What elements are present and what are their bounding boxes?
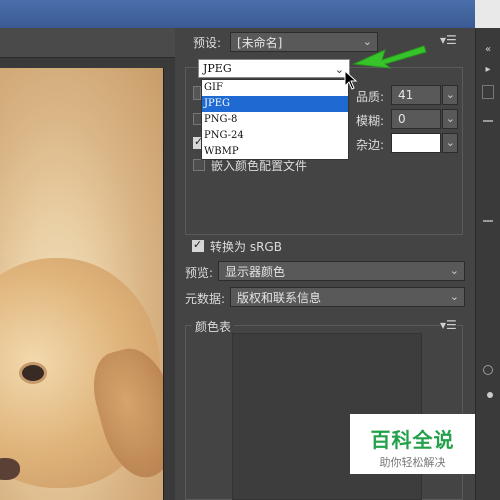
- image-preview-area: [0, 28, 175, 500]
- color-table-menu-icon[interactable]: ▾☰: [440, 318, 457, 332]
- slider-knob-icon[interactable]: [487, 392, 493, 398]
- embed-profile-checkbox[interactable]: [193, 159, 205, 171]
- chevron-down-icon: ⌄: [334, 63, 344, 76]
- mouse-cursor-icon: [344, 70, 358, 90]
- quality-dropdown[interactable]: ⌄: [442, 85, 458, 105]
- zoom-icon[interactable]: [483, 365, 493, 375]
- blur-value: 0: [398, 112, 406, 126]
- convert-srgb-row: 转换为 sRGB: [210, 238, 282, 255]
- format-option-wbmp[interactable]: WBMP: [202, 144, 348, 160]
- matte-label: 杂边:: [356, 138, 385, 152]
- blur-row: 模糊:: [356, 112, 384, 129]
- panel-toggle-icon[interactable]: [482, 85, 494, 99]
- divider-icon: [483, 120, 493, 122]
- panel-menu-icon[interactable]: ▾☰: [440, 33, 457, 47]
- blur-dropdown[interactable]: ⌄: [442, 109, 458, 129]
- chevron-down-icon: ⌄: [445, 88, 455, 101]
- preview-row: 预览:: [185, 264, 213, 281]
- chevron-down-icon: ⌄: [449, 264, 459, 277]
- preview-select[interactable]: 显示器颜色 ⌄: [218, 261, 465, 281]
- matte-dropdown[interactable]: ⌄: [442, 133, 458, 153]
- metadata-select[interactable]: 版权和联系信息 ⌄: [230, 287, 465, 307]
- format-option-png8[interactable]: PNG-8: [202, 112, 348, 128]
- chevron-down-icon: ⌄: [445, 136, 455, 149]
- title-bar: [0, 0, 500, 28]
- metadata-label: 元数据:: [185, 292, 226, 306]
- blur-label: 模糊:: [356, 114, 385, 128]
- compression-select-edge[interactable]: [193, 86, 201, 100]
- convert-srgb-checkbox[interactable]: [192, 238, 204, 252]
- preview-tab-strip: [0, 28, 175, 58]
- metadata-value: 版权和联系信息: [237, 290, 322, 305]
- chevron-down-icon: ⌄: [445, 112, 455, 125]
- quality-label: 品质:: [356, 90, 385, 104]
- watermark-main-text: 百科全说: [370, 428, 455, 452]
- green-arrow-icon: [352, 45, 427, 69]
- preset-label: 预设:: [193, 36, 222, 50]
- preview-value: 显示器颜色: [225, 264, 286, 279]
- preset-row: 预设:: [193, 34, 221, 51]
- format-option-jpeg[interactable]: JPEG: [202, 96, 348, 112]
- matte-row: 杂边:: [356, 136, 384, 153]
- chevron-down-icon: ⌄: [449, 290, 459, 303]
- format-current: JPEG: [203, 62, 232, 75]
- blur-input[interactable]: 0: [391, 109, 441, 129]
- quality-value: 41: [398, 88, 414, 102]
- color-table-header: 颜色表: [192, 318, 235, 335]
- matte-color-swatch[interactable]: [391, 133, 441, 153]
- preview-label: 预览:: [185, 266, 214, 280]
- preview-image: [0, 68, 164, 500]
- collapse-icon[interactable]: «: [482, 45, 494, 55]
- watermark-sub-text: 助你轻松解决: [379, 456, 446, 469]
- dog-eye: [22, 365, 44, 381]
- expand-icon[interactable]: ▸: [482, 65, 494, 75]
- preset-value: [未命名]: [237, 35, 283, 50]
- format-option-png24[interactable]: PNG-24: [202, 128, 348, 144]
- format-dropdown-list: GIF JPEG PNG-8 PNG-24 WBMP: [201, 79, 349, 160]
- divider-icon: [483, 220, 493, 222]
- color-table-label: 颜色表: [195, 320, 232, 334]
- quality-row: 品质:: [356, 88, 384, 105]
- format-select[interactable]: JPEG ⌄: [198, 59, 350, 78]
- watermark-logo: 百科全说 助你轻松解决: [350, 414, 475, 474]
- format-option-gif[interactable]: GIF: [202, 80, 348, 96]
- quality-input[interactable]: 41: [391, 85, 441, 105]
- metadata-row: 元数据:: [185, 290, 225, 307]
- title-bar-right: [475, 0, 500, 28]
- convert-srgb-label: 转换为 sRGB: [210, 240, 282, 254]
